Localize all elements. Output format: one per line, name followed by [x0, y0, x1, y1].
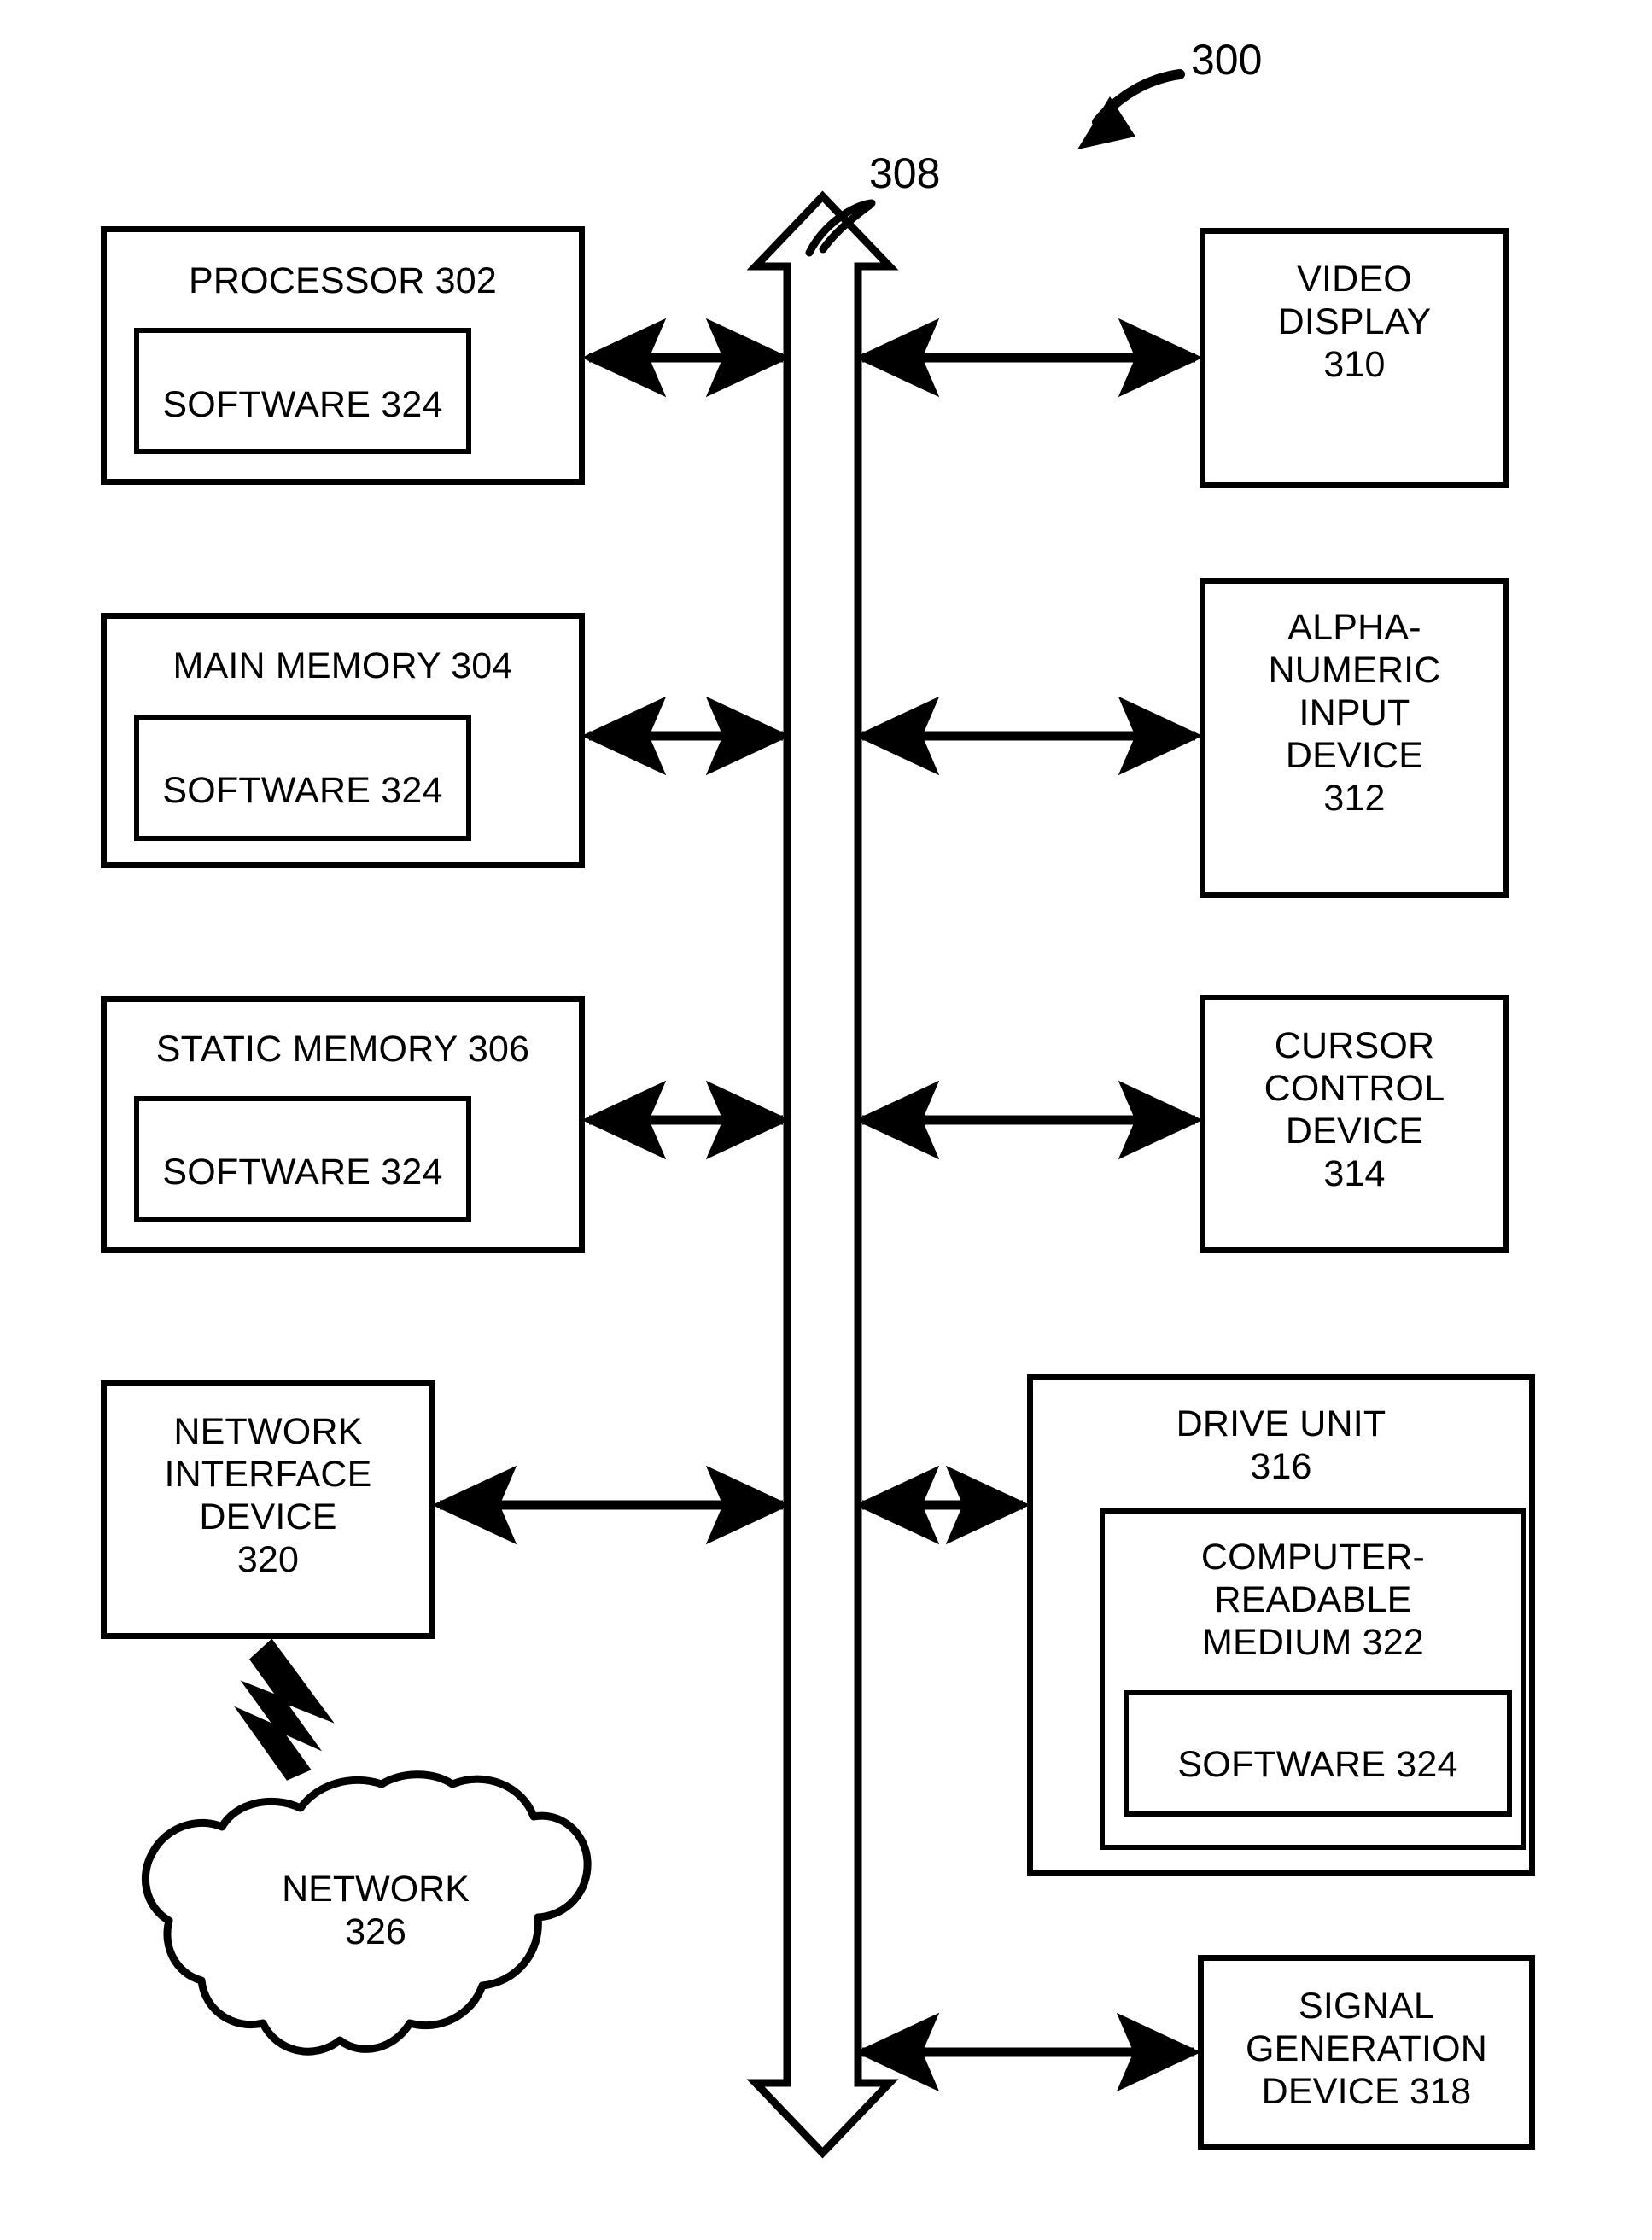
patent-figure-300: 300 308 PROCESSOR 302 SOFTWARE 324 MAIN … — [0, 0, 1652, 2240]
signal-generation-device-block: SIGNAL GENERATION DEVICE 318 — [1198, 1955, 1535, 2150]
software-label-static-memory: SOFTWARE 324 — [162, 1152, 443, 1193]
main-memory-block: MAIN MEMORY 304 SOFTWARE 324 — [101, 613, 585, 868]
network-interface-device-block: NETWORK INTERFACE DEVICE 320 — [101, 1380, 435, 1639]
software-label-main-memory: SOFTWARE 324 — [162, 770, 443, 811]
cursor-control-device-block: CURSOR CONTROL DEVICE 314 — [1200, 995, 1509, 1253]
software-block-processor: SOFTWARE 324 — [134, 328, 471, 454]
processor-block: PROCESSOR 302 SOFTWARE 324 — [101, 226, 585, 485]
processor-label: PROCESSOR 302 — [188, 260, 498, 301]
lightning-bolt-connector — [234, 1638, 335, 1781]
software-label-processor: SOFTWARE 324 — [162, 384, 443, 425]
software-block-static-memory: SOFTWARE 324 — [134, 1096, 471, 1222]
network-cloud-label: NETWORK 326 — [282, 1869, 470, 1952]
software-block-drive-unit: SOFTWARE 324 — [1124, 1690, 1512, 1817]
software-label-drive-unit: SOFTWARE 324 — [1177, 1744, 1458, 1785]
alphanumeric-input-device-label: ALPHA- NUMERIC INPUT DEVICE 312 — [1268, 607, 1441, 819]
figure-reference-leader — [1077, 69, 1185, 149]
video-display-label: VIDEO DISPLAY 310 — [1277, 259, 1432, 385]
static-memory-block: STATIC MEMORY 306 SOFTWARE 324 — [101, 996, 585, 1253]
static-memory-label: STATIC MEMORY 306 — [155, 1029, 530, 1070]
computer-readable-medium-block: COMPUTER- READABLE MEDIUM 322 SOFTWARE 3… — [1100, 1508, 1526, 1850]
bus-reference-numeral: 308 — [869, 149, 941, 197]
drive-unit-label: DRIVE UNIT 316 — [1176, 1403, 1386, 1487]
main-memory-label: MAIN MEMORY 304 — [172, 645, 513, 686]
system-bus — [746, 190, 899, 2159]
computer-readable-medium-label: COMPUTER- READABLE MEDIUM 322 — [1200, 1537, 1426, 1663]
figure-reference-numeral: 300 — [1191, 36, 1263, 84]
software-block-main-memory: SOFTWARE 324 — [134, 715, 471, 841]
video-display-block: VIDEO DISPLAY 310 — [1200, 228, 1509, 488]
cursor-control-device-label: CURSOR CONTROL DEVICE 314 — [1264, 1025, 1445, 1194]
alphanumeric-input-device-block: ALPHA- NUMERIC INPUT DEVICE 312 — [1200, 578, 1509, 898]
drive-unit-block: DRIVE UNIT 316 COMPUTER- READABLE MEDIUM… — [1027, 1374, 1535, 1876]
signal-generation-device-label: SIGNAL GENERATION DEVICE 318 — [1245, 1986, 1488, 2112]
network-interface-device-label: NETWORK INTERFACE DEVICE 320 — [164, 1411, 372, 1580]
